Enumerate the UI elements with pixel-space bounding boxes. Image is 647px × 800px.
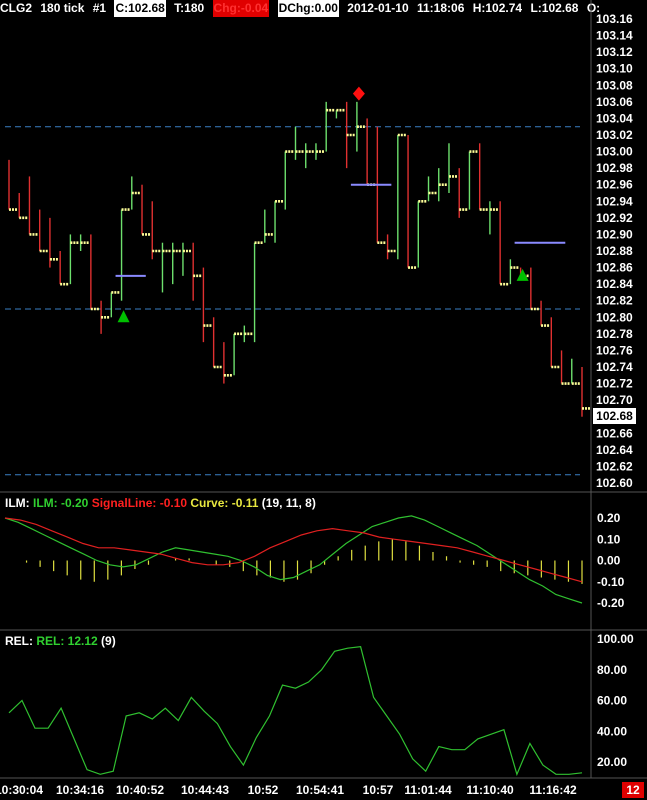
ilm-panel-legend: ILM: ILM: -0.20 SignalLine: -0.10 Curve:… — [5, 496, 316, 510]
price-tick-label: 102.98 — [596, 161, 633, 175]
time-tick-label: 10:57 — [363, 783, 394, 797]
price-tick-label: 102.96 — [596, 178, 633, 192]
price-tick-label: 102.90 — [596, 227, 633, 241]
price-tick-label: 103.14 — [596, 29, 633, 43]
price-tick-label: 102.60 — [596, 476, 633, 490]
price-tick-label: 102.94 — [596, 194, 633, 208]
price-tick-label: 102.62 — [596, 459, 633, 473]
price-tick-label: 102.82 — [596, 294, 633, 308]
price-tick-label: 103.16 — [596, 12, 633, 26]
page-badge[interactable]: 12 — [622, 782, 644, 798]
price-tick-label: 102.74 — [596, 360, 633, 374]
curve-value-label: Curve: -0.11 — [190, 496, 259, 510]
last-price-box: 102.68 — [593, 408, 636, 424]
rel-tick-label: 40.00 — [597, 724, 627, 738]
ilm-tick-label: 0.00 — [597, 554, 621, 568]
time-tick-label: 10:52 — [248, 783, 279, 797]
price-tick-label: 103.10 — [596, 62, 633, 76]
time-tick-label: 10:44:43 — [181, 783, 229, 797]
rel-panel-legend: REL: REL: 12.12 (9) — [5, 634, 116, 648]
rel-tick-label: 80.00 — [597, 663, 627, 677]
rel-line — [8, 646, 583, 777]
price-tick-label: 103.00 — [596, 145, 633, 159]
rel-tick-label: 60.00 — [597, 694, 627, 708]
ilm-tick-label: 0.10 — [597, 532, 621, 546]
signal-line — [4, 517, 583, 583]
price-tick-label: 103.06 — [596, 95, 633, 109]
rel-value-label: REL: 12.12 — [36, 634, 98, 648]
price-tick-label: 102.80 — [596, 310, 633, 324]
rel-panel-title: REL: — [5, 634, 33, 648]
signal-value-label: SignalLine: -0.10 — [91, 496, 188, 510]
ilm-line — [4, 515, 583, 604]
ilm-value-label: ILM: -0.20 — [33, 496, 89, 510]
price-tick-label: 102.84 — [596, 277, 633, 291]
ilm-tick-label: -0.10 — [597, 575, 625, 589]
price-tick-label: 103.04 — [596, 111, 633, 125]
price-tick-label: 102.76 — [596, 343, 633, 357]
price-tick-label: 102.92 — [596, 211, 633, 225]
chart-canvas[interactable]: 103.16 103.14 103.12 103.10 103.08 103.06 103.… — [0, 0, 647, 800]
rel-tick-label: 20.00 — [597, 755, 627, 769]
time-tick-label: 10:40:52 — [116, 783, 164, 797]
time-tick-label: 11:01:44 — [404, 783, 452, 797]
sell-diamond-marker — [352, 86, 365, 101]
price-tick-label: 102.64 — [596, 443, 633, 457]
rel-params-label: (9) — [101, 634, 116, 648]
time-tick-label: 11:10:40 — [466, 783, 514, 797]
price-tick-label: 102.88 — [596, 244, 633, 258]
ilm-panel-title: ILM: — [5, 496, 30, 510]
buy-triangle-marker — [117, 310, 130, 323]
time-tick-label: 10:30:04 — [0, 783, 43, 797]
price-tick-label: 102.70 — [596, 393, 633, 407]
price-tick-label: 103.12 — [596, 45, 633, 59]
time-tick-label: 11:16:42 — [529, 783, 577, 797]
ilm-tick-label: 0.20 — [597, 511, 621, 525]
price-tick-label: 102.86 — [596, 261, 633, 275]
rel-tick-label: 100.00 — [597, 632, 634, 646]
ilm-tick-label: -0.20 — [597, 596, 625, 610]
time-tick-label: 10:34:16 — [56, 783, 104, 797]
ilm-params-label: (19, 11, 8) — [261, 496, 316, 510]
price-tick-label: 102.78 — [596, 327, 633, 341]
price-tick-label: 102.66 — [596, 426, 633, 440]
price-tick-label: 103.08 — [596, 78, 633, 92]
price-tick-label: 103.02 — [596, 128, 633, 142]
price-tick-label: 102.72 — [596, 377, 633, 391]
time-tick-label: 10:54:41 — [296, 783, 344, 797]
